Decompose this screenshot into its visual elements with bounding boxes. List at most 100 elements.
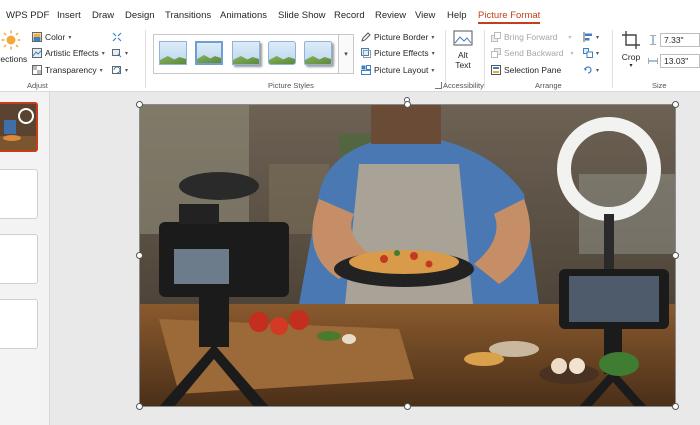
shape-height-input[interactable]: 7.33": [660, 33, 700, 47]
picture-style-simple-frame[interactable]: [159, 41, 187, 65]
chevron-down-icon: ▾: [596, 50, 600, 57]
compress-pictures-button[interactable]: [112, 30, 122, 44]
picture-style-soft-edge[interactable]: [304, 41, 332, 65]
slide-thumbnail-pane: [0, 92, 50, 425]
align-button[interactable]: ▾: [583, 30, 599, 44]
crop-button[interactable]: Crop ▾: [618, 30, 644, 69]
tab-review[interactable]: Review: [375, 10, 406, 21]
chevron-down-icon: ▾: [68, 34, 72, 41]
chevron-down-icon: ▾: [629, 63, 633, 69]
group-divider: [484, 30, 485, 88]
size-group-label: Size: [652, 81, 667, 90]
picture-style-thick-frame[interactable]: [195, 41, 223, 65]
artistic-effects-button[interactable]: Artistic Effects ▾: [32, 46, 105, 60]
pen-icon: [361, 32, 371, 42]
picture-effects-button[interactable]: Picture Effects ▾: [361, 46, 435, 60]
change-picture-button[interactable]: ▾: [112, 46, 128, 60]
resize-handle-bottom[interactable]: [404, 403, 411, 410]
chevron-down-icon: ▾: [125, 50, 129, 57]
group-icon: [583, 48, 593, 58]
resize-handle-bottom-right[interactable]: [672, 403, 679, 410]
selection-outline: [139, 104, 676, 407]
group-divider: [612, 30, 613, 88]
chevron-down-icon: ▾: [596, 67, 600, 74]
tab-insert[interactable]: Insert: [57, 10, 81, 21]
tab-picture-format[interactable]: Picture Format: [478, 10, 541, 24]
rotate-icon: [584, 66, 592, 74]
picture-effects-icon: [361, 48, 371, 58]
tab-view[interactable]: View: [415, 10, 435, 21]
slide-thumbnail-image: [0, 104, 36, 150]
tab-design[interactable]: Design: [125, 10, 155, 21]
tab-wps-pdf[interactable]: WPS PDF: [6, 10, 49, 21]
alt-text-icon: [453, 30, 473, 46]
rotate-button[interactable]: ▾: [583, 63, 599, 77]
chevron-down-icon: ▾: [596, 34, 600, 41]
alt-text-button[interactable]: Alt Text: [450, 30, 476, 70]
tab-record[interactable]: Record: [334, 10, 365, 21]
picture-style-rounded[interactable]: [268, 41, 296, 65]
arrange-group-label: Arrange: [535, 81, 562, 90]
chevron-down-icon: ▾: [99, 67, 103, 74]
picture-layout-icon: [361, 65, 371, 75]
width-icon: [648, 58, 658, 64]
accessibility-group-label: Accessibility: [443, 81, 484, 90]
slide-thumbnail-4[interactable]: [0, 299, 38, 349]
picture-styles-gallery: [153, 34, 339, 74]
transparency-button[interactable]: Transparency ▾: [32, 63, 103, 77]
sun-icon: [1, 30, 21, 50]
artistic-effects-icon: [32, 48, 42, 58]
resize-handle-top[interactable]: [404, 101, 411, 108]
shape-width-input[interactable]: 13.03": [660, 54, 700, 68]
crop-icon: [622, 31, 640, 49]
picture-layout-button[interactable]: Picture Layout ▾: [361, 63, 434, 77]
picture-styles-launcher[interactable]: [435, 82, 442, 89]
slide-thumbnail-3[interactable]: [0, 234, 38, 284]
picture-styles-group-label: Picture Styles: [268, 81, 314, 90]
color-button[interactable]: Color ▾: [32, 30, 71, 44]
compress-pictures-icon: [112, 32, 122, 42]
slide-thumbnail-2[interactable]: [0, 169, 38, 219]
bring-forward-icon: [491, 32, 501, 42]
send-backward-icon: [491, 48, 501, 58]
menu-bar: WPS PDF Insert Draw Design Transitions A…: [0, 0, 700, 26]
tab-transitions[interactable]: Transitions: [165, 10, 211, 21]
group-button[interactable]: ▾: [583, 46, 599, 60]
reset-picture-button[interactable]: ▾: [112, 63, 128, 77]
picture-border-button[interactable]: Picture Border ▾: [361, 30, 434, 44]
slide-thumbnail-1[interactable]: [0, 102, 38, 152]
chevron-down-icon: ▾: [101, 50, 105, 57]
chevron-down-icon: ▾: [125, 67, 129, 74]
group-divider: [145, 30, 146, 88]
tab-animations[interactable]: Animations: [220, 10, 267, 21]
tab-slide-show[interactable]: Slide Show: [278, 10, 326, 21]
picture-style-drop-shadow[interactable]: [232, 41, 260, 65]
reset-picture-icon: [112, 66, 121, 74]
adjust-group-label: Adjust: [27, 81, 48, 90]
color-icon: [32, 32, 42, 42]
chevron-down-icon: ▾: [431, 67, 435, 74]
resize-handle-top-right[interactable]: [672, 101, 679, 108]
height-icon: [650, 35, 656, 45]
resize-handle-top-left[interactable]: [136, 101, 143, 108]
transparency-icon: [32, 65, 42, 75]
chevron-down-icon: ▾: [344, 51, 348, 58]
gallery-more-button[interactable]: ▾: [339, 34, 354, 74]
send-backward-button[interactable]: Send Backward ▾: [491, 46, 574, 60]
bring-forward-button[interactable]: Bring Forward ▾: [491, 30, 571, 44]
tab-help[interactable]: Help: [447, 10, 467, 21]
change-picture-icon: [112, 49, 122, 58]
corrections-button[interactable]: rrections: [0, 30, 28, 64]
ribbon: rrections Color ▾ Artistic Effects ▾ Tra…: [0, 26, 700, 92]
chevron-down-icon: ▾: [568, 34, 572, 41]
tab-draw[interactable]: Draw: [92, 10, 114, 21]
selection-pane-icon: [491, 65, 501, 75]
resize-handle-left[interactable]: [136, 252, 143, 259]
selection-pane-button[interactable]: Selection Pane: [491, 63, 561, 77]
resize-handle-right[interactable]: [672, 252, 679, 259]
resize-handle-bottom-left[interactable]: [136, 403, 143, 410]
group-divider: [445, 30, 446, 88]
corrections-label: rrections: [0, 54, 28, 64]
chevron-down-icon: ▾: [431, 50, 435, 57]
chevron-down-icon: ▾: [431, 34, 435, 41]
